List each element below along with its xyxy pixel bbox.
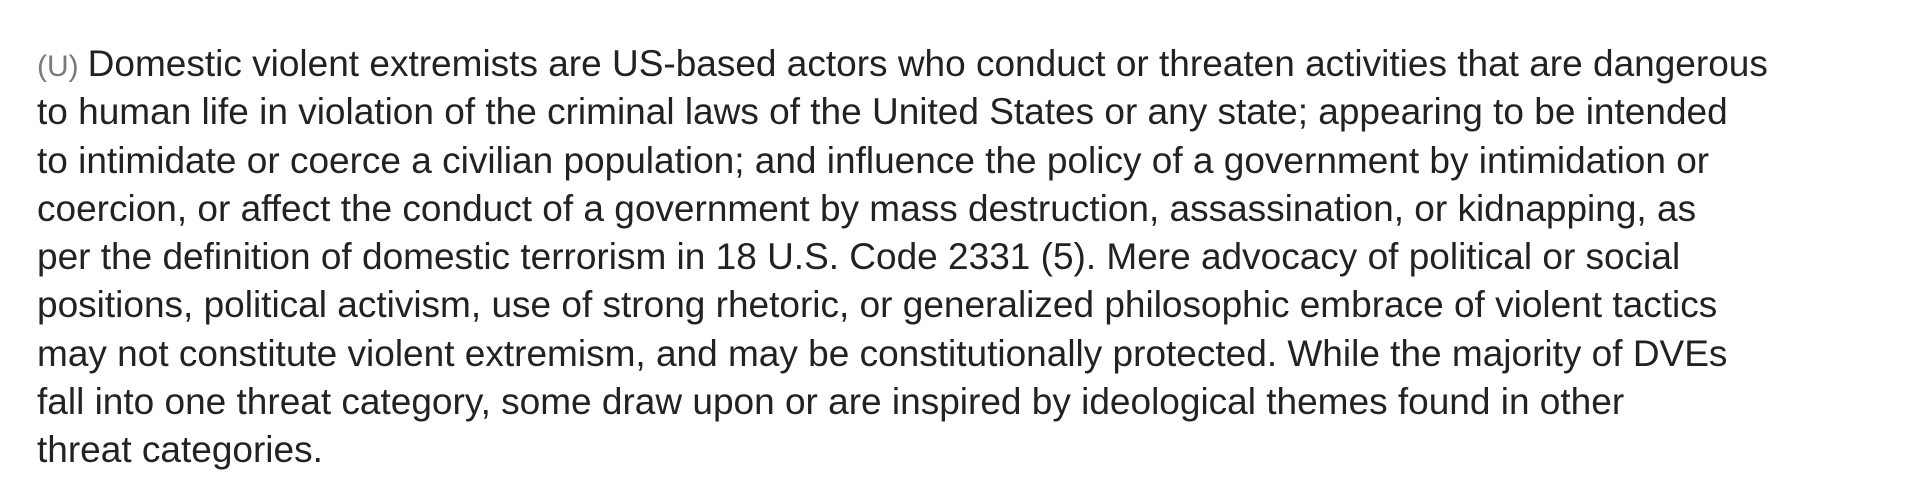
document-page: (U) Domestic violent extremists are US-ba… <box>37 40 1922 480</box>
paragraph-line-4: coercion, or affect the conduct of a gov… <box>37 187 1697 229</box>
paragraph-line-2: to human life in violation of the crimin… <box>37 91 1728 133</box>
paragraph-line-6: positions, political activism, use of st… <box>37 284 1718 326</box>
paragraph-line-5: per the definition of domestic terrorism… <box>37 236 1681 278</box>
paragraph-line-1: (U) Domestic violent extremists are US-ba… <box>37 40 1922 88</box>
classification-marking: (U) <box>37 50 79 83</box>
paragraph-line-8: fall into one threat category, some draw… <box>37 381 1625 423</box>
paragraph-line-7: may not constitute violent extremism, an… <box>37 332 1728 374</box>
paragraph-line-9: threat categories. <box>37 429 323 471</box>
body-paragraph: (U) Domestic violent extremists are US-ba… <box>37 40 1922 475</box>
paragraph-line-3: to intimidate or coerce a civilian popul… <box>37 139 1710 181</box>
paragraph-line-text: Domestic violent extremists are US-based… <box>87 43 1768 84</box>
